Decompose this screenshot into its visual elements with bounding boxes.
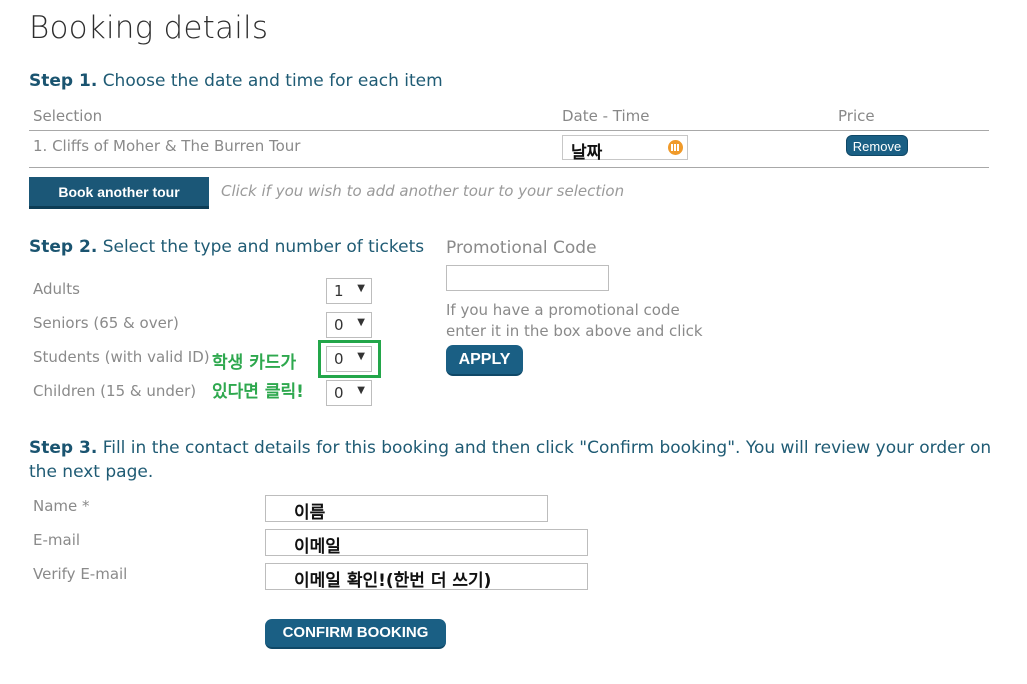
children-select-value: 0 <box>334 384 344 402</box>
step2-heading: Step 2. Select the type and number of ti… <box>29 237 424 257</box>
name-field-value: 이름 <box>294 503 326 523</box>
ticket-label-children: Children (15 & under) <box>33 382 197 400</box>
step1-heading: Step 1. Choose the date and time for eac… <box>29 71 443 91</box>
tour-item-name: 1. Cliffs of Moher & The Burren Tour <box>33 137 301 155</box>
promo-code-input[interactable] <box>446 265 609 291</box>
confirm-booking-button[interactable]: CONFIRM BOOKING <box>265 619 446 649</box>
dropdown-arrow-icon: ▼ <box>357 385 365 396</box>
ticket-label-seniors: Seniors (65 & over) <box>33 314 179 332</box>
step1-label: Step 1. <box>29 71 98 91</box>
step3-heading: Step 3. Fill in the contact details for … <box>29 438 994 458</box>
ticket-label-adults: Adults <box>33 280 80 298</box>
name-field[interactable]: 이름 <box>265 495 548 523</box>
verify-email-field-value: 이메일 확인!(한번 더 쓰기) <box>294 571 492 591</box>
dropdown-arrow-icon: ▼ <box>357 283 365 294</box>
email-field-value: 이메일 <box>294 537 341 557</box>
promo-help-line2: enter it in the box above and click <box>446 322 703 340</box>
email-label: E-mail <box>33 531 81 549</box>
name-label: Name * <box>33 497 90 515</box>
header-selection: Selection <box>33 107 103 125</box>
table-row-divider <box>29 167 989 168</box>
seniors-select[interactable]: 0 ▼ <box>326 312 372 338</box>
step3-label: Step 3. <box>29 438 98 458</box>
adults-select[interactable]: 1 ▼ <box>326 278 372 304</box>
step1-text: Choose the date and time for each item <box>102 71 443 91</box>
calendar-icon[interactable] <box>668 140 683 155</box>
adults-select-value: 1 <box>334 282 344 300</box>
annotation-highlight-box <box>318 340 381 378</box>
apply-button[interactable]: APPLY <box>446 345 523 376</box>
email-field[interactable]: 이메일 <box>265 529 588 557</box>
step2-label: Step 2. <box>29 237 98 257</box>
dropdown-arrow-icon: ▼ <box>357 317 365 328</box>
verify-email-field[interactable]: 이메일 확인!(한번 더 쓰기) <box>265 563 588 591</box>
header-date-time: Date - Time <box>562 107 650 125</box>
verify-email-label: Verify E-mail <box>33 565 128 583</box>
step3-text-line1: Fill in the contact details for this boo… <box>102 438 992 458</box>
step3-text-line2: the next page. <box>29 462 154 482</box>
date-value: 날짜 <box>571 143 603 163</box>
step2-text: Select the type and number of tickets <box>102 237 425 257</box>
annotation-text-line2: 있다면 클릭! <box>212 382 304 402</box>
remove-button[interactable]: Remove <box>846 135 908 156</box>
table-header-divider <box>29 130 989 131</box>
page-title: Booking details <box>29 10 269 46</box>
ticket-label-students: Students (with valid ID) <box>33 348 210 366</box>
annotation-text-line1: 학생 카드가 <box>212 353 297 373</box>
seniors-select-value: 0 <box>334 316 344 334</box>
book-another-tour-button[interactable]: Book another tour <box>29 177 209 209</box>
children-select[interactable]: 0 ▼ <box>326 380 372 406</box>
book-another-hint: Click if you wish to add another tour to… <box>221 182 625 200</box>
header-price: Price <box>838 107 875 125</box>
promo-help-line1: If you have a promotional code <box>446 301 680 319</box>
promo-code-label: Promotional Code <box>446 238 597 258</box>
date-picker-field[interactable]: 날짜 <box>562 135 688 163</box>
